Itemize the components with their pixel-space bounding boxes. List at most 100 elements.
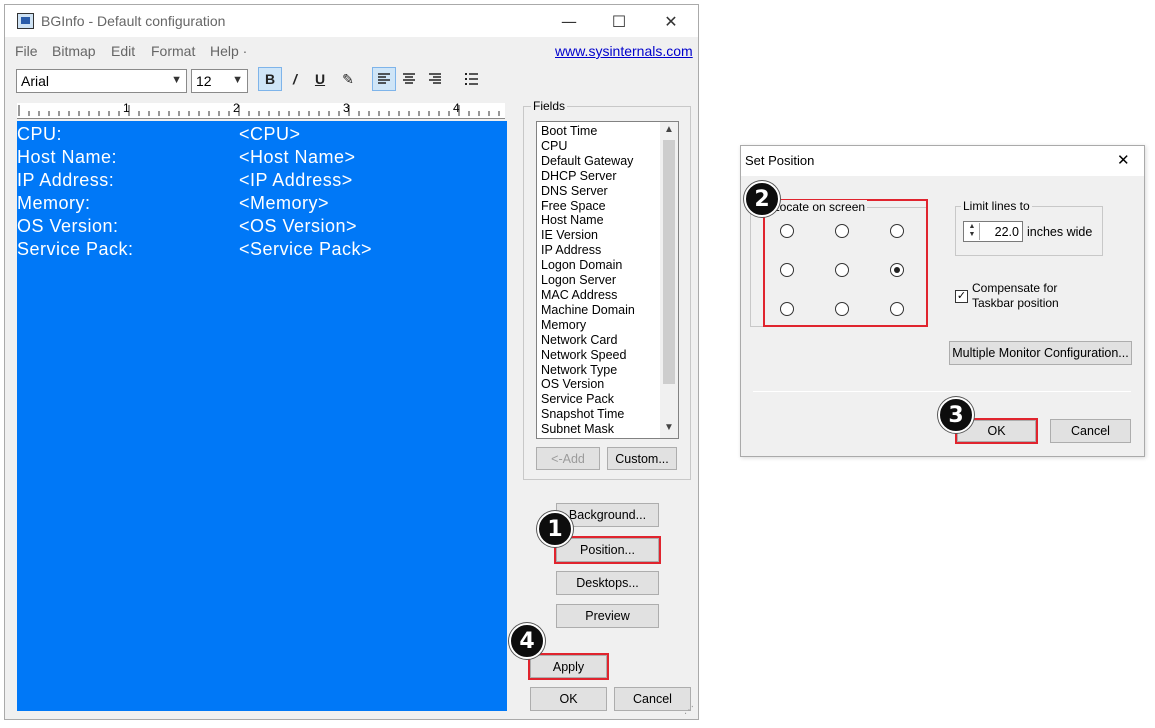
align-left-icon	[378, 73, 390, 84]
position-bottom-right-radio[interactable]	[890, 302, 904, 316]
list-item[interactable]: Logon Server	[537, 273, 660, 288]
editor-value: <Service Pack>	[239, 239, 373, 259]
menu-file[interactable]: File	[15, 43, 38, 59]
cancel-button[interactable]: Cancel	[614, 687, 691, 711]
bullets-button[interactable]	[460, 67, 484, 91]
size-value: 12	[196, 73, 212, 89]
editor-value: <CPU>	[239, 124, 301, 144]
dialog-cancel-button[interactable]: Cancel	[1050, 419, 1131, 443]
menu-format[interactable]: Format	[151, 43, 195, 59]
list-item[interactable]: Network Card	[537, 333, 660, 348]
italic-button[interactable]: /	[283, 67, 307, 91]
apply-button[interactable]: Apply	[528, 653, 609, 680]
bginfo-app-icon	[17, 13, 34, 29]
preview-button[interactable]: Preview	[556, 604, 659, 628]
desktops-button[interactable]: Desktops...	[556, 571, 659, 595]
font-select[interactable]: Arial ▼	[16, 69, 187, 93]
ruler-ticks	[18, 105, 500, 116]
position-middle-right-radio[interactable]	[890, 263, 904, 277]
position-button[interactable]: Position...	[554, 536, 661, 564]
limit-stepper[interactable]: ▲ ▼ 22.0	[963, 221, 1023, 242]
list-item[interactable]: IE Version	[537, 228, 660, 243]
fields-scrollbar[interactable]: ▲ ▼	[660, 122, 678, 438]
multiple-monitor-button[interactable]: Multiple Monitor Configuration...	[949, 341, 1132, 365]
ruler-number: 2	[233, 101, 240, 115]
editor-label: Memory:	[17, 193, 91, 213]
position-bottom-center-radio[interactable]	[835, 302, 849, 316]
menu-edit[interactable]: Edit	[111, 43, 135, 59]
ok-button[interactable]: OK	[530, 687, 607, 711]
list-item[interactable]: Memory	[537, 318, 660, 333]
ruler-number: 3	[343, 101, 350, 115]
editor-line: Host Name: <Host Name>	[17, 146, 507, 169]
editor-line: Memory: <Memory>	[17, 192, 507, 215]
window-title: BGInfo - Default configuration	[41, 13, 226, 29]
position-bottom-left-radio[interactable]	[780, 302, 794, 316]
position-top-right-radio[interactable]	[890, 224, 904, 238]
align-center-button[interactable]	[397, 67, 421, 91]
fields-listbox[interactable]: Boot Time CPU Default Gateway DHCP Serve…	[536, 121, 679, 439]
list-item[interactable]: Machine Domain	[537, 303, 660, 318]
list-item[interactable]: CPU	[537, 139, 660, 154]
position-middle-center-radio[interactable]	[835, 263, 849, 277]
list-item[interactable]: DNS Server	[537, 184, 660, 199]
list-item[interactable]: Network Speed	[537, 348, 660, 363]
minimize-button[interactable]: —	[546, 5, 592, 37]
scroll-thumb[interactable]	[663, 140, 675, 384]
editor-label: IP Address:	[17, 170, 115, 190]
position-middle-left-radio[interactable]	[780, 263, 794, 277]
sysinternals-link[interactable]: www.sysinternals.com	[555, 43, 693, 59]
dialog-close-button[interactable]: ✕	[1117, 151, 1130, 169]
limit-value[interactable]: 22.0	[995, 225, 1019, 239]
scroll-up-icon[interactable]: ▲	[664, 124, 674, 135]
list-item[interactable]: Snapshot Time	[537, 407, 660, 422]
underline-button[interactable]: U	[308, 67, 332, 91]
step-badge-3: 3	[938, 397, 974, 433]
editor-value: <IP Address>	[239, 170, 353, 190]
dialog-divider	[753, 391, 1131, 392]
list-item[interactable]: Boot Time	[537, 124, 660, 139]
paint-icon[interactable]: ✎	[336, 67, 360, 91]
editor-line: IP Address: <IP Address>	[17, 169, 507, 192]
bginfo-window: BGInfo - Default configuration — ☐ ✕ Fil…	[4, 4, 699, 720]
editor-line: CPU: <CPU>	[17, 123, 507, 146]
list-item[interactable]: OS Version	[537, 377, 660, 392]
inches-label: inches wide	[1027, 225, 1093, 239]
font-value: Arial	[21, 73, 50, 89]
list-item[interactable]: DHCP Server	[537, 169, 660, 184]
scroll-down-icon[interactable]: ▼	[664, 422, 674, 433]
resize-grip-icon[interactable]: ⋰	[684, 705, 694, 716]
position-top-left-radio[interactable]	[780, 224, 794, 238]
maximize-button[interactable]: ☐	[596, 5, 642, 37]
align-right-button[interactable]	[423, 67, 447, 91]
list-item[interactable]: Host Name	[537, 213, 660, 228]
list-item[interactable]: Free Space	[537, 199, 660, 214]
stepper-arrows-icon[interactable]: ▲ ▼	[965, 223, 980, 240]
list-item[interactable]: Subnet Mask	[537, 422, 660, 437]
list-item[interactable]: IP Address	[537, 243, 660, 258]
check-icon: ✓	[956, 290, 967, 302]
align-left-button[interactable]	[372, 67, 396, 91]
menu-help[interactable]: Help ·	[210, 43, 247, 59]
compensate-label-line1: Compensate for	[972, 281, 1058, 295]
limit-lines-label: Limit lines to	[961, 199, 1032, 213]
close-button[interactable]: ✕	[648, 5, 694, 37]
bold-button[interactable]: B	[258, 67, 282, 91]
size-select[interactable]: 12 ▼	[191, 69, 248, 93]
bullet-list-icon	[465, 73, 478, 85]
align-right-icon	[429, 73, 441, 84]
editor-line: Service Pack: <Service Pack>	[17, 238, 507, 261]
list-item[interactable]: MAC Address	[537, 288, 660, 303]
list-item[interactable]: Default Gateway	[537, 154, 660, 169]
custom-field-button[interactable]: Custom...	[607, 447, 677, 470]
menu-bitmap[interactable]: Bitmap	[52, 43, 96, 59]
chevron-down-icon: ▼	[171, 74, 182, 86]
add-field-button[interactable]: <-Add	[536, 447, 600, 470]
compensate-checkbox[interactable]: ✓	[955, 290, 968, 303]
position-top-center-radio[interactable]	[835, 224, 849, 238]
list-item[interactable]: Service Pack	[537, 392, 660, 407]
list-item[interactable]: Logon Domain	[537, 258, 660, 273]
list-item[interactable]: Network Type	[537, 363, 660, 378]
menu-bar: File Bitmap Edit Format Help · www.sysin…	[5, 37, 698, 65]
template-editor[interactable]: CPU: <CPU> Host Name: <Host Name> IP Add…	[17, 121, 507, 711]
